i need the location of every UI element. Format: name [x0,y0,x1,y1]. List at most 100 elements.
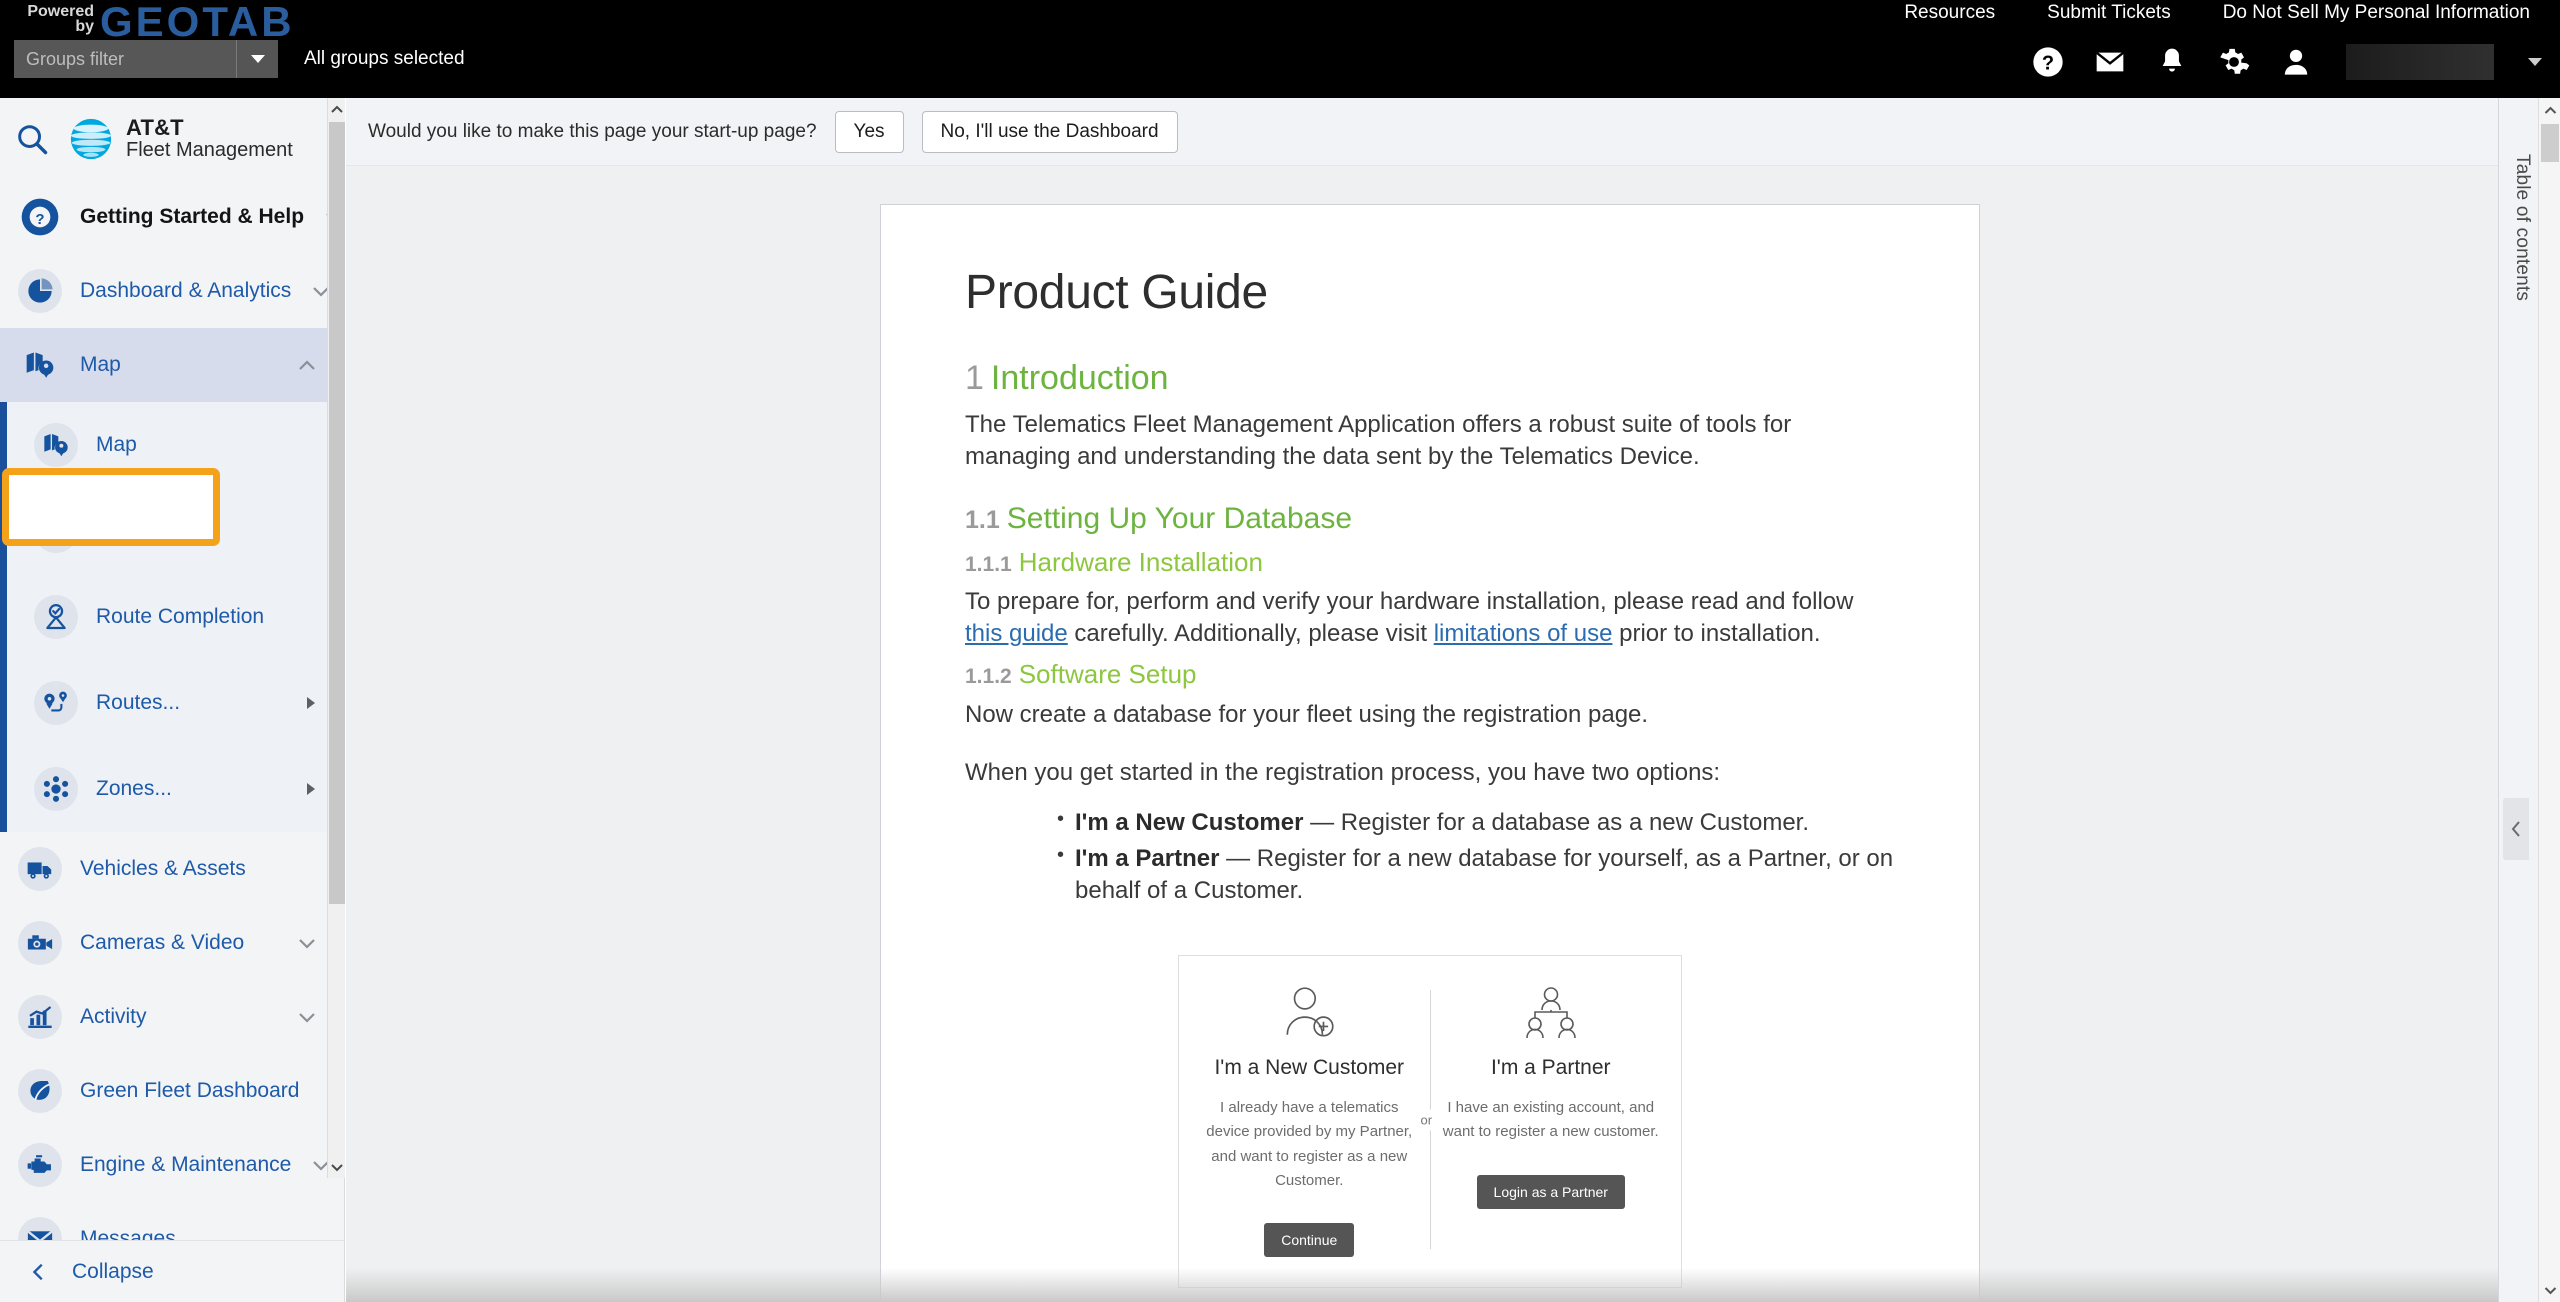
list-item: I'm a New Customer — Register for a data… [1057,805,1895,839]
user-name-field[interactable] [2346,44,2494,80]
sidebar-item-engine-maintenance[interactable]: Engine & Maintenance [0,1128,345,1202]
powered-by-label: Powered by [27,3,94,35]
link-resources[interactable]: Resources [1904,2,1995,24]
chevron-down-icon[interactable] [295,1005,319,1029]
sidebar-scrollbar[interactable] [327,98,345,1178]
sidebar-header: AT&T Fleet Management [0,98,344,180]
user-add-icon [1201,982,1418,1044]
chevron-right-icon[interactable] [307,697,315,709]
sidebar-item-label: Dashboard & Analytics [80,279,292,302]
sidebar-item-activity[interactable]: Activity [0,980,345,1054]
toc-collapse-button[interactable] [2503,798,2529,860]
mail-icon[interactable] [2094,46,2126,78]
sidebar-item-map[interactable]: Map [0,402,345,488]
chevron-up-icon [2544,106,2556,114]
chevron-up-icon [331,105,343,113]
hardware-installation-paragraph: To prepare for, perform and verify your … [965,586,1895,650]
login-as-partner-button[interactable]: Login as a Partner [1476,1174,1625,1209]
sidebar-item-messages[interactable]: Messages [0,1202,345,1240]
chevron-down-icon[interactable] [295,931,319,955]
bell-icon[interactable] [2156,46,2188,78]
sidebar-item-cameras-video[interactable]: Cameras & Video [0,906,345,980]
sidebar-item-zones[interactable]: Zones... [0,746,345,832]
continue-button[interactable]: Continue [1264,1223,1355,1258]
activity-chart-icon [18,995,62,1039]
gear-icon[interactable] [2218,46,2250,78]
link-submit-tickets[interactable]: Submit Tickets [2047,2,2171,24]
pie-chart-icon [18,269,62,313]
chevron-down-icon [331,1163,343,1171]
page-title: Product Guide [965,266,1268,319]
sidebar-scrollbar-thumb[interactable] [329,122,345,904]
search-icon[interactable] [14,121,50,157]
startup-yes-button[interactable]: Yes [834,110,904,153]
heading-text: Software Setup [1018,659,1197,690]
heading-hardware-installation: 1.1.1 Hardware Installation [965,546,1895,579]
routes-icon [34,681,78,725]
user-menu-chevron-down-icon[interactable] [2528,58,2542,66]
sidebar-item-map-group[interactable]: Map [0,328,345,402]
sidebar-item-vehicles-assets[interactable]: Vehicles & Assets [0,832,345,906]
sidebar-item-dashboard-analytics[interactable]: Dashboard & Analytics [0,254,345,328]
leaf-icon [18,1069,62,1113]
heading-number: 1 [965,359,984,397]
chevron-left-icon [32,1263,43,1280]
registration-options-figure: I'm a New Customer I already have a tele… [1178,954,1682,1289]
product-guide-document: Product Guide 1 Introduction The Telemati… [880,204,1980,1302]
groups-filter-dropdown-button[interactable] [236,40,278,78]
partner-description: I have an existing account, and want to … [1442,1098,1659,1141]
att-subtitle: Fleet Management [126,139,293,161]
att-name: AT&T [126,115,184,140]
para-part-b: carefully. Additionally, please visit [1067,620,1434,648]
chevron-right-icon[interactable] [307,783,315,795]
heading-number: 1.1.2 [965,665,1012,689]
heading-text: Hardware Installation [1018,546,1263,577]
sidebar-item-routes[interactable]: Routes... [0,660,345,746]
map-pin-icon [34,423,78,467]
person-icon[interactable] [2280,46,2312,78]
page-scrollbar-thumb[interactable] [2541,124,2559,162]
heading-setting-up-database: 1.1 Setting Up Your Database [965,501,1895,538]
page-scroll-up-button[interactable] [2539,98,2560,122]
sidebar-item-label: Engine & Maintenance [80,1153,292,1176]
groups-filter-input[interactable] [14,40,236,78]
link-limitations-of-use[interactable]: limitations of use [1434,620,1613,647]
sidebar-item-trips-history[interactable]: Trips History [0,488,345,574]
startup-no-button[interactable]: No, I'll use the Dashboard [921,110,1178,153]
new-customer-heading: I'm a New Customer [1214,1055,1405,1079]
option-bold-label: I'm a New Customer [1075,808,1304,836]
link-this-guide[interactable]: this guide [965,620,1068,647]
chevron-up-icon[interactable] [295,353,319,377]
svg-text:?: ? [2042,52,2054,74]
new-customer-column: I'm a New Customer I already have a tele… [1189,982,1430,1258]
page-scrollbar[interactable] [2538,98,2560,1302]
sidebar-item-label: Map [96,433,137,456]
heading-introduction: 1 Introduction [965,358,1895,399]
sidebar-item-getting-started[interactable]: ? Getting Started & Help [0,180,345,254]
att-brand: AT&T Fleet Management [68,116,293,162]
link-do-not-sell[interactable]: Do Not Sell My Personal Information [2223,2,2530,24]
option-description: — Register for a database as a new Custo… [1303,808,1810,836]
new-customer-description: I already have a telematics device provi… [1206,1098,1413,1189]
sidebar-item-route-completion[interactable]: Route Completion [0,574,345,660]
sidebar-item-green-fleet-dashboard[interactable]: Green Fleet Dashboard [0,1054,345,1128]
sidebar-item-label: Green Fleet Dashboard [80,1079,300,1102]
sidebar-item-label: Getting Started & Help [80,205,305,228]
sidebar-collapse-button[interactable]: Collapse [0,1240,344,1302]
envelope-icon [18,1217,62,1240]
list-item: I'm a Partner — Register for a new datab… [1057,842,1895,907]
sidebar-scroll-up-button[interactable] [328,98,346,120]
or-label: or [1417,1109,1436,1131]
sidebar-scroll-down-button[interactable] [328,1156,346,1178]
map-pin-icon [18,343,62,387]
page-scroll-down-button[interactable] [2539,1278,2560,1302]
sidebar-item-label: Activity [80,1005,147,1028]
groups-filter-row: All groups selected [14,40,465,78]
help-icon[interactable]: ? [2032,46,2064,78]
truck-icon [18,847,62,891]
left-sidebar: AT&T Fleet Management ? Getting Started … [0,98,345,1302]
groups-selected-label: All groups selected [304,48,465,69]
heading-text: Setting Up Your Database [1006,502,1353,536]
para-part-c: prior to installation. [1612,620,1821,648]
header-icon-group: ? [2032,44,2542,80]
